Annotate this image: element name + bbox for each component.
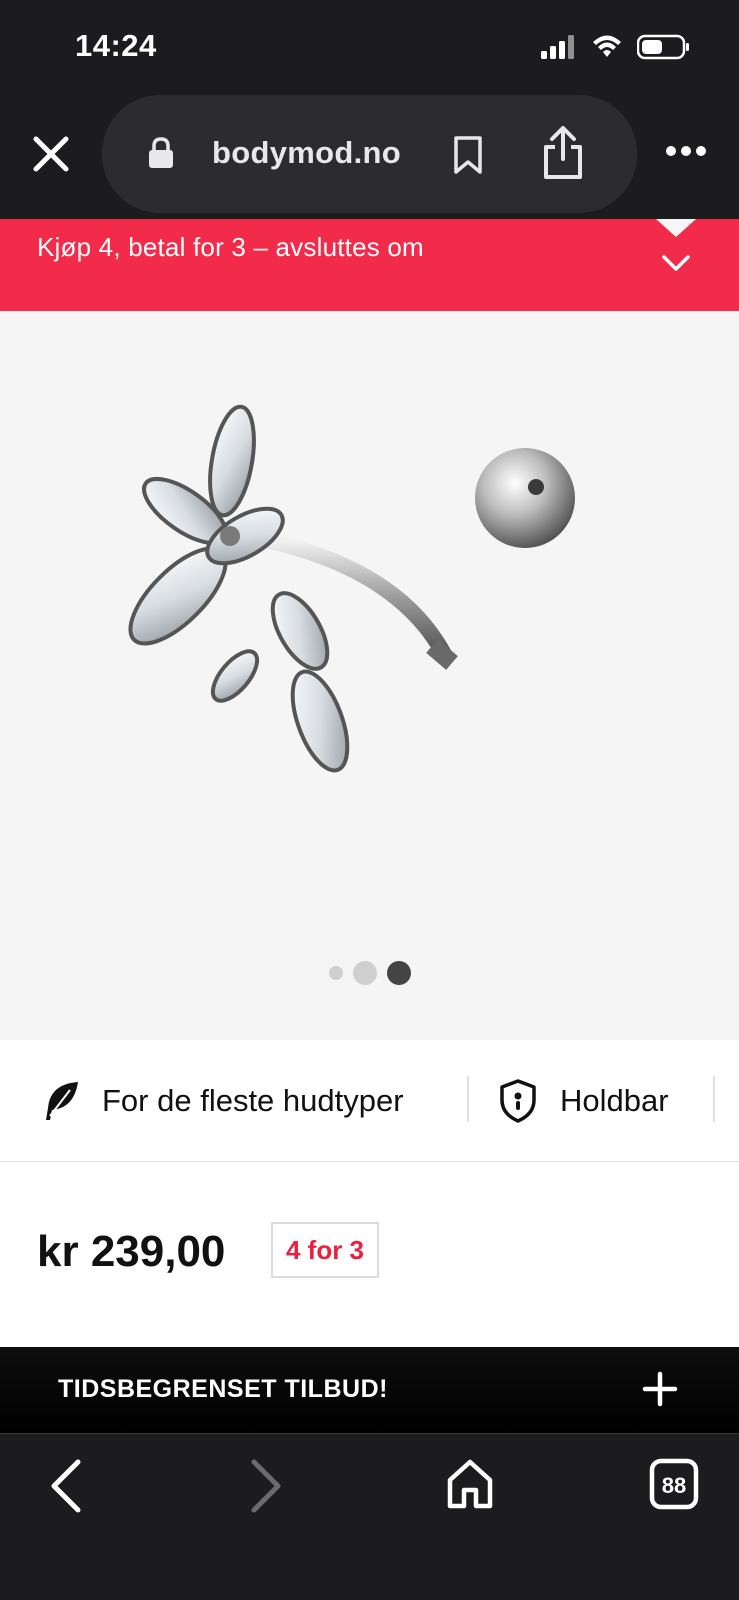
gallery-pagination [0,961,739,985]
divider [467,1076,469,1122]
feather-icon [46,1081,78,1120]
feature-label: Holdbar [560,1082,669,1118]
svg-text:88: 88 [662,1473,686,1498]
close-icon[interactable] [28,131,74,177]
bookmark-icon[interactable] [452,135,484,175]
lock-icon [149,137,173,168]
gallery-dot-1[interactable] [328,966,343,980]
address-bar[interactable]: bodymod.no [102,95,637,213]
tabs-icon[interactable]: 88 [649,1458,699,1510]
status-icons [541,34,691,60]
product-image [128,404,575,773]
gallery-dot-3[interactable] [386,961,411,985]
address-domain: bodymod.no [212,135,401,170]
feature-item-skin: For de fleste hudtyper [40,1040,404,1161]
promo-text: Kjøp 4, betal for 3 – avsluttes om [37,232,424,262]
offer-badge: 4 for 3 [271,1222,379,1278]
feature-label: For de fleste hudtyper [102,1082,404,1118]
product-image-gallery[interactable] [0,311,739,1040]
share-icon[interactable] [540,125,586,181]
browser-toolbar-top: bodymod.no [0,95,739,219]
home-icon[interactable] [446,1458,494,1510]
feature-strip: For de fleste hudtyper Holdbar [0,1040,739,1162]
wifi-icon [593,35,621,57]
browser-toolbar-bottom: 88 [0,1434,739,1600]
limited-offer-bar[interactable]: TIDSBEGRENSET TILBUD! [0,1347,739,1435]
feature-item-durable: Holdbar [498,1040,669,1161]
promo-banner[interactable]: Kjøp 4, betal for 3 – avsluttes om [0,219,739,311]
price-section: kr 239,00 4 for 3 [0,1162,739,1347]
shield-icon [500,1078,536,1123]
plus-icon[interactable] [642,1371,678,1407]
cellular-signal-icon [541,35,574,59]
gallery-dot-2[interactable] [352,961,377,985]
limited-offer-title: TIDSBEGRENSET TILBUD! [58,1375,388,1403]
status-time: 14:24 [75,28,157,63]
status-bar: 14:24 [0,0,739,95]
back-arrow-icon[interactable] [46,1456,86,1516]
chevron-down-icon[interactable] [660,253,692,273]
battery-icon [637,34,689,60]
forward-arrow-icon[interactable] [246,1456,286,1516]
more-options-icon[interactable] [665,145,707,157]
product-price: kr 239,00 [37,1227,226,1276]
promo-notch [656,219,696,237]
divider [713,1076,715,1122]
